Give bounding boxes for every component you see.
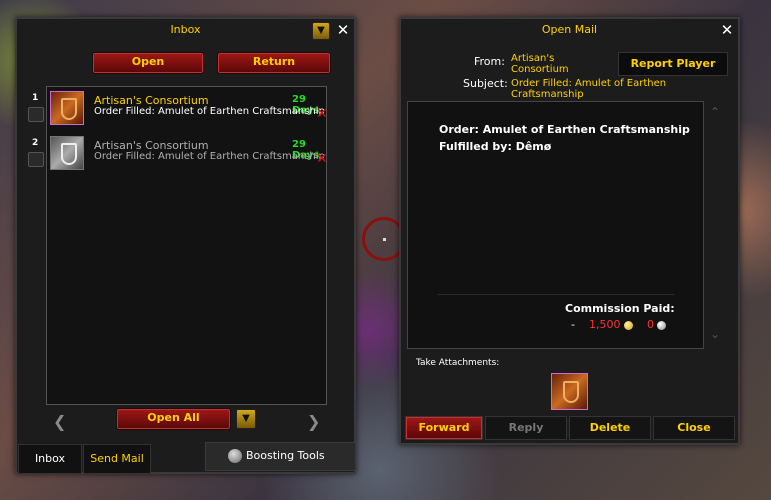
open-button[interactable]: Open [92, 52, 204, 74]
commission-dash: - [571, 318, 575, 331]
shield-parcel-icon [50, 91, 84, 125]
item-number: 1 [32, 93, 39, 103]
report-player-button[interactable]: Report Player [618, 52, 728, 76]
prev-page-icon[interactable]: ❮ [53, 412, 66, 431]
inbox-title: Inbox [170, 23, 201, 36]
item-checkbox[interactable] [28, 152, 44, 167]
mail-subject: Order Filled: Amulet of Earthen Craftsma… [94, 151, 324, 162]
open-all-dropdown-button[interactable]: ▼ [236, 409, 256, 429]
inbox-close-button[interactable]: ✕ [334, 21, 352, 39]
gold-coin-icon [623, 320, 633, 330]
mail-item-1[interactable]: Artisan's Consortium 29 Days Order Fille… [47, 87, 328, 131]
attachment-shield-icon[interactable] [551, 373, 588, 410]
boosting-tools-label: Boosting Tools [246, 449, 325, 462]
body-divider [438, 294, 674, 295]
delete-icon[interactable]: ✕ [316, 106, 328, 122]
tab-send-mail[interactable]: Send Mail [83, 444, 151, 474]
silver-amount: 0 [646, 318, 654, 331]
commission-amount: - 1,500 0 [571, 318, 667, 331]
helmet-icon [228, 449, 242, 463]
open-mail-window: Open Mail ✕ From: Artisan's Consortium R… [399, 17, 740, 445]
silver-coin-icon [657, 320, 667, 330]
subject-label: Subject: [463, 77, 508, 90]
reply-button[interactable]: Reply [485, 416, 567, 440]
subject-value: Order Filled: Amulet of Earthen Craftsma… [511, 78, 667, 100]
return-button[interactable]: Return [217, 52, 331, 74]
mail-subject: Order Filled: Amulet of Earthen Craftsma… [94, 106, 324, 117]
close-button[interactable]: Close [653, 416, 735, 440]
tab-inbox[interactable]: Inbox [18, 444, 82, 474]
gold-amount: 1,500 [588, 318, 621, 331]
open-mail-title: Open Mail [541, 23, 598, 36]
item-number: 2 [32, 138, 39, 148]
inbox-window: Inbox ▼ ✕ Open Return Artisan's Consorti… [15, 17, 356, 474]
mail-body: Order: Amulet of Earthen Craftsmanship F… [407, 101, 704, 349]
take-attachments-label: Take Attachments: [416, 358, 500, 368]
boosting-tools-tab[interactable]: Boosting Tools [205, 442, 356, 471]
from-value: Artisan's Consortium [511, 53, 569, 75]
body-line-1: Order: Amulet of Earthen Craftsmanship [439, 123, 690, 136]
from-label: From: [474, 55, 505, 68]
commission-label: Commission Paid: [565, 302, 675, 315]
mail-item-2[interactable]: Artisan's Consortium 29 Days Order Fille… [47, 132, 328, 176]
scroll-down-icon[interactable]: ⌄ [710, 327, 720, 341]
delete-icon[interactable]: ✕ [316, 151, 328, 167]
open-mail-close-button[interactable]: ✕ [718, 21, 736, 39]
item-checkbox[interactable] [28, 107, 44, 122]
open-all-button[interactable]: Open All [116, 408, 231, 430]
body-line-2: Fulfilled by: Dêmø [439, 140, 552, 153]
forward-button[interactable]: Forward [405, 416, 483, 440]
shield-parcel-icon [50, 136, 84, 170]
mail-list: Artisan's Consortium 29 Days Order Fille… [46, 86, 328, 405]
next-page-icon[interactable]: ❯ [307, 412, 320, 431]
delete-button[interactable]: Delete [569, 416, 651, 440]
inbox-dropdown-button[interactable]: ▼ [312, 22, 330, 40]
scroll-up-icon[interactable]: ⌃ [710, 105, 720, 119]
